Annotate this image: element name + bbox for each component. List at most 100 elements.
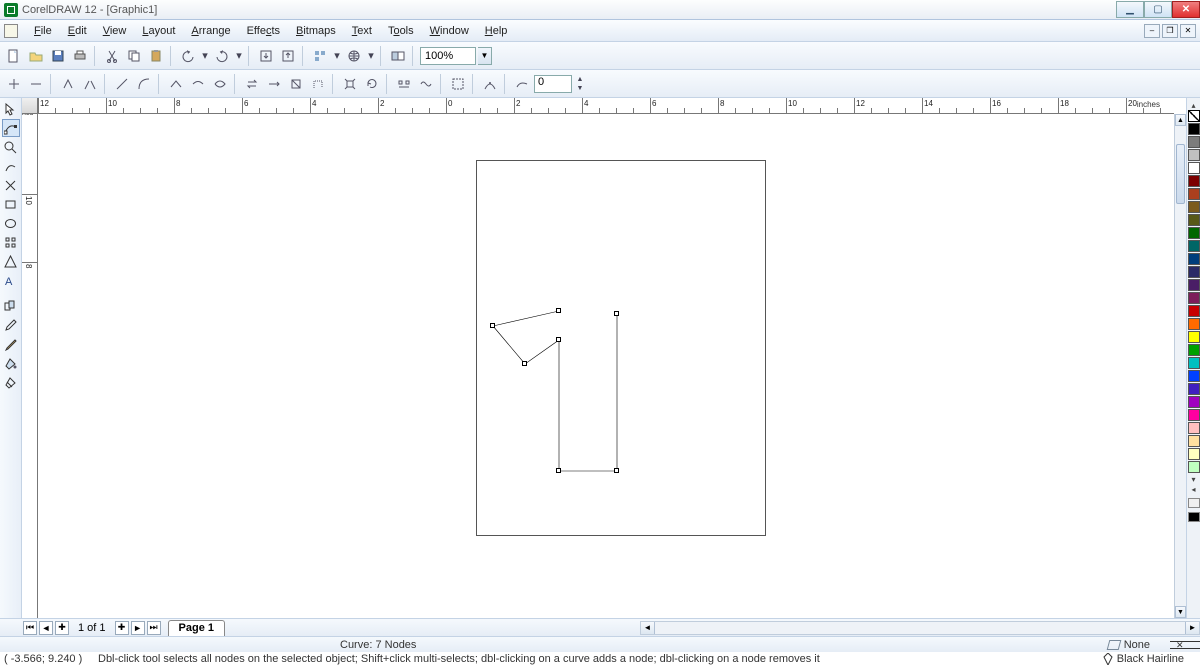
maximize-button[interactable]: ▢ [1144, 1, 1172, 18]
to-curve-button[interactable] [134, 74, 154, 94]
curve-node[interactable] [556, 308, 561, 313]
mdi-restore[interactable]: ❐ [1162, 24, 1178, 38]
menu-window[interactable]: Window [422, 23, 477, 39]
curve-node[interactable] [490, 323, 495, 328]
swatch[interactable] [1188, 188, 1200, 200]
paste-button[interactable] [146, 46, 166, 66]
freehand-tool[interactable] [2, 157, 20, 175]
swatch[interactable] [1188, 162, 1200, 174]
options-button[interactable] [388, 46, 408, 66]
menu-bitmaps[interactable]: Bitmaps [288, 23, 344, 39]
menu-help[interactable]: Help [477, 23, 516, 39]
interactive-fill-tool[interactable] [2, 373, 20, 391]
undo-button[interactable] [178, 46, 198, 66]
swatch[interactable] [1188, 448, 1200, 460]
last-page[interactable]: ⏭ [147, 621, 161, 635]
polygon-tool[interactable] [2, 233, 20, 251]
delete-node-button[interactable] [26, 74, 46, 94]
corel-dropdown[interactable]: ▾ [366, 46, 376, 66]
palette-scroll-up[interactable]: ▴ [1188, 100, 1200, 110]
align-nodes-button[interactable] [394, 74, 414, 94]
vertical-ruler[interactable]: hes 108 [22, 114, 38, 618]
swatch[interactable] [1188, 396, 1200, 408]
scroll-right[interactable]: ► [1185, 622, 1199, 634]
page-tab[interactable]: Page 1 [168, 620, 225, 636]
swatch[interactable] [1188, 435, 1200, 447]
menu-text[interactable]: Text [344, 23, 380, 39]
save-button[interactable] [48, 46, 68, 66]
swatch[interactable] [1188, 422, 1200, 434]
stretch-button[interactable] [340, 74, 360, 94]
swatch[interactable] [1188, 461, 1200, 473]
palette-flyout[interactable]: ◂ [1188, 484, 1200, 494]
swatch[interactable] [1188, 123, 1200, 135]
menu-file[interactable]: File [26, 23, 60, 39]
swatch[interactable] [1188, 279, 1200, 291]
redo-dropdown[interactable]: ▾ [234, 46, 244, 66]
swatch[interactable] [1188, 136, 1200, 148]
cut-button[interactable] [102, 46, 122, 66]
canvas[interactable]: inches 1210864202468101214161820 hes 108… [22, 98, 1186, 618]
smooth-node-button[interactable] [188, 74, 208, 94]
smart-draw-tool[interactable] [2, 176, 20, 194]
basic-shapes-tool[interactable] [2, 252, 20, 270]
export-button[interactable] [278, 46, 298, 66]
add-page-before[interactable]: ✚ [55, 621, 69, 635]
add-page-after[interactable]: ✚ [115, 621, 129, 635]
open-button[interactable] [26, 46, 46, 66]
swatch[interactable] [1188, 318, 1200, 330]
horizontal-ruler[interactable]: inches 1210864202468101214161820 [38, 98, 1174, 114]
symmetric-node-button[interactable] [210, 74, 230, 94]
next-page[interactable]: ► [131, 621, 145, 635]
swatch[interactable] [1188, 383, 1200, 395]
rectangle-tool[interactable] [2, 195, 20, 213]
import-button[interactable] [256, 46, 276, 66]
spinner-down[interactable]: ▼ [574, 84, 586, 93]
shape-tool[interactable] [2, 119, 20, 137]
swatch[interactable] [1188, 227, 1200, 239]
autoclose-button[interactable] [308, 74, 328, 94]
curve-node[interactable] [614, 468, 619, 473]
curve-node[interactable] [556, 468, 561, 473]
new-button[interactable] [4, 46, 24, 66]
zoom-tool[interactable] [2, 138, 20, 156]
to-line-button[interactable] [112, 74, 132, 94]
extend-button[interactable] [264, 74, 284, 94]
join-nodes-button[interactable] [58, 74, 78, 94]
swatch[interactable] [1188, 344, 1200, 356]
ellipse-tool[interactable] [2, 214, 20, 232]
swatch[interactable] [1188, 409, 1200, 421]
first-page[interactable]: ⏮ [23, 621, 37, 635]
close-button[interactable]: ✕ [1172, 1, 1200, 18]
select-all-button[interactable] [448, 74, 468, 94]
fill-indicator-icon[interactable] [1106, 640, 1121, 650]
extract-button[interactable] [286, 74, 306, 94]
curve-node[interactable] [556, 337, 561, 342]
swatch[interactable] [1188, 253, 1200, 265]
swatch[interactable] [1188, 175, 1200, 187]
mdi-close[interactable]: ✕ [1180, 24, 1196, 38]
menu-arrange[interactable]: Arrange [183, 23, 238, 39]
color-well-2[interactable] [1188, 512, 1200, 522]
cusp-node-button[interactable] [166, 74, 186, 94]
ruler-corner[interactable] [22, 98, 38, 114]
curve-smoothness-input[interactable]: 0 [534, 75, 572, 93]
menu-tools[interactable]: Tools [380, 23, 422, 39]
eyedropper-tool[interactable] [2, 316, 20, 334]
scroll-left[interactable]: ◄ [641, 622, 655, 634]
curve-node[interactable] [522, 361, 527, 366]
menu-effects[interactable]: Effects [239, 23, 288, 39]
fill-tool[interactable] [2, 354, 20, 372]
copy-button[interactable] [124, 46, 144, 66]
mdi-minimize[interactable]: – [1144, 24, 1160, 38]
viewport[interactable] [38, 114, 1174, 618]
swatch[interactable] [1188, 214, 1200, 226]
text-tool[interactable]: A [2, 271, 20, 289]
horizontal-scrollbar[interactable]: ◄ ► [640, 621, 1200, 635]
swatch[interactable] [1188, 305, 1200, 317]
redo-button[interactable] [212, 46, 232, 66]
curve-object[interactable] [493, 262, 633, 485]
swatch-none[interactable] [1188, 110, 1200, 122]
menu-layout[interactable]: Layout [134, 23, 183, 39]
palette-scroll-down[interactable]: ▾ [1188, 474, 1200, 484]
